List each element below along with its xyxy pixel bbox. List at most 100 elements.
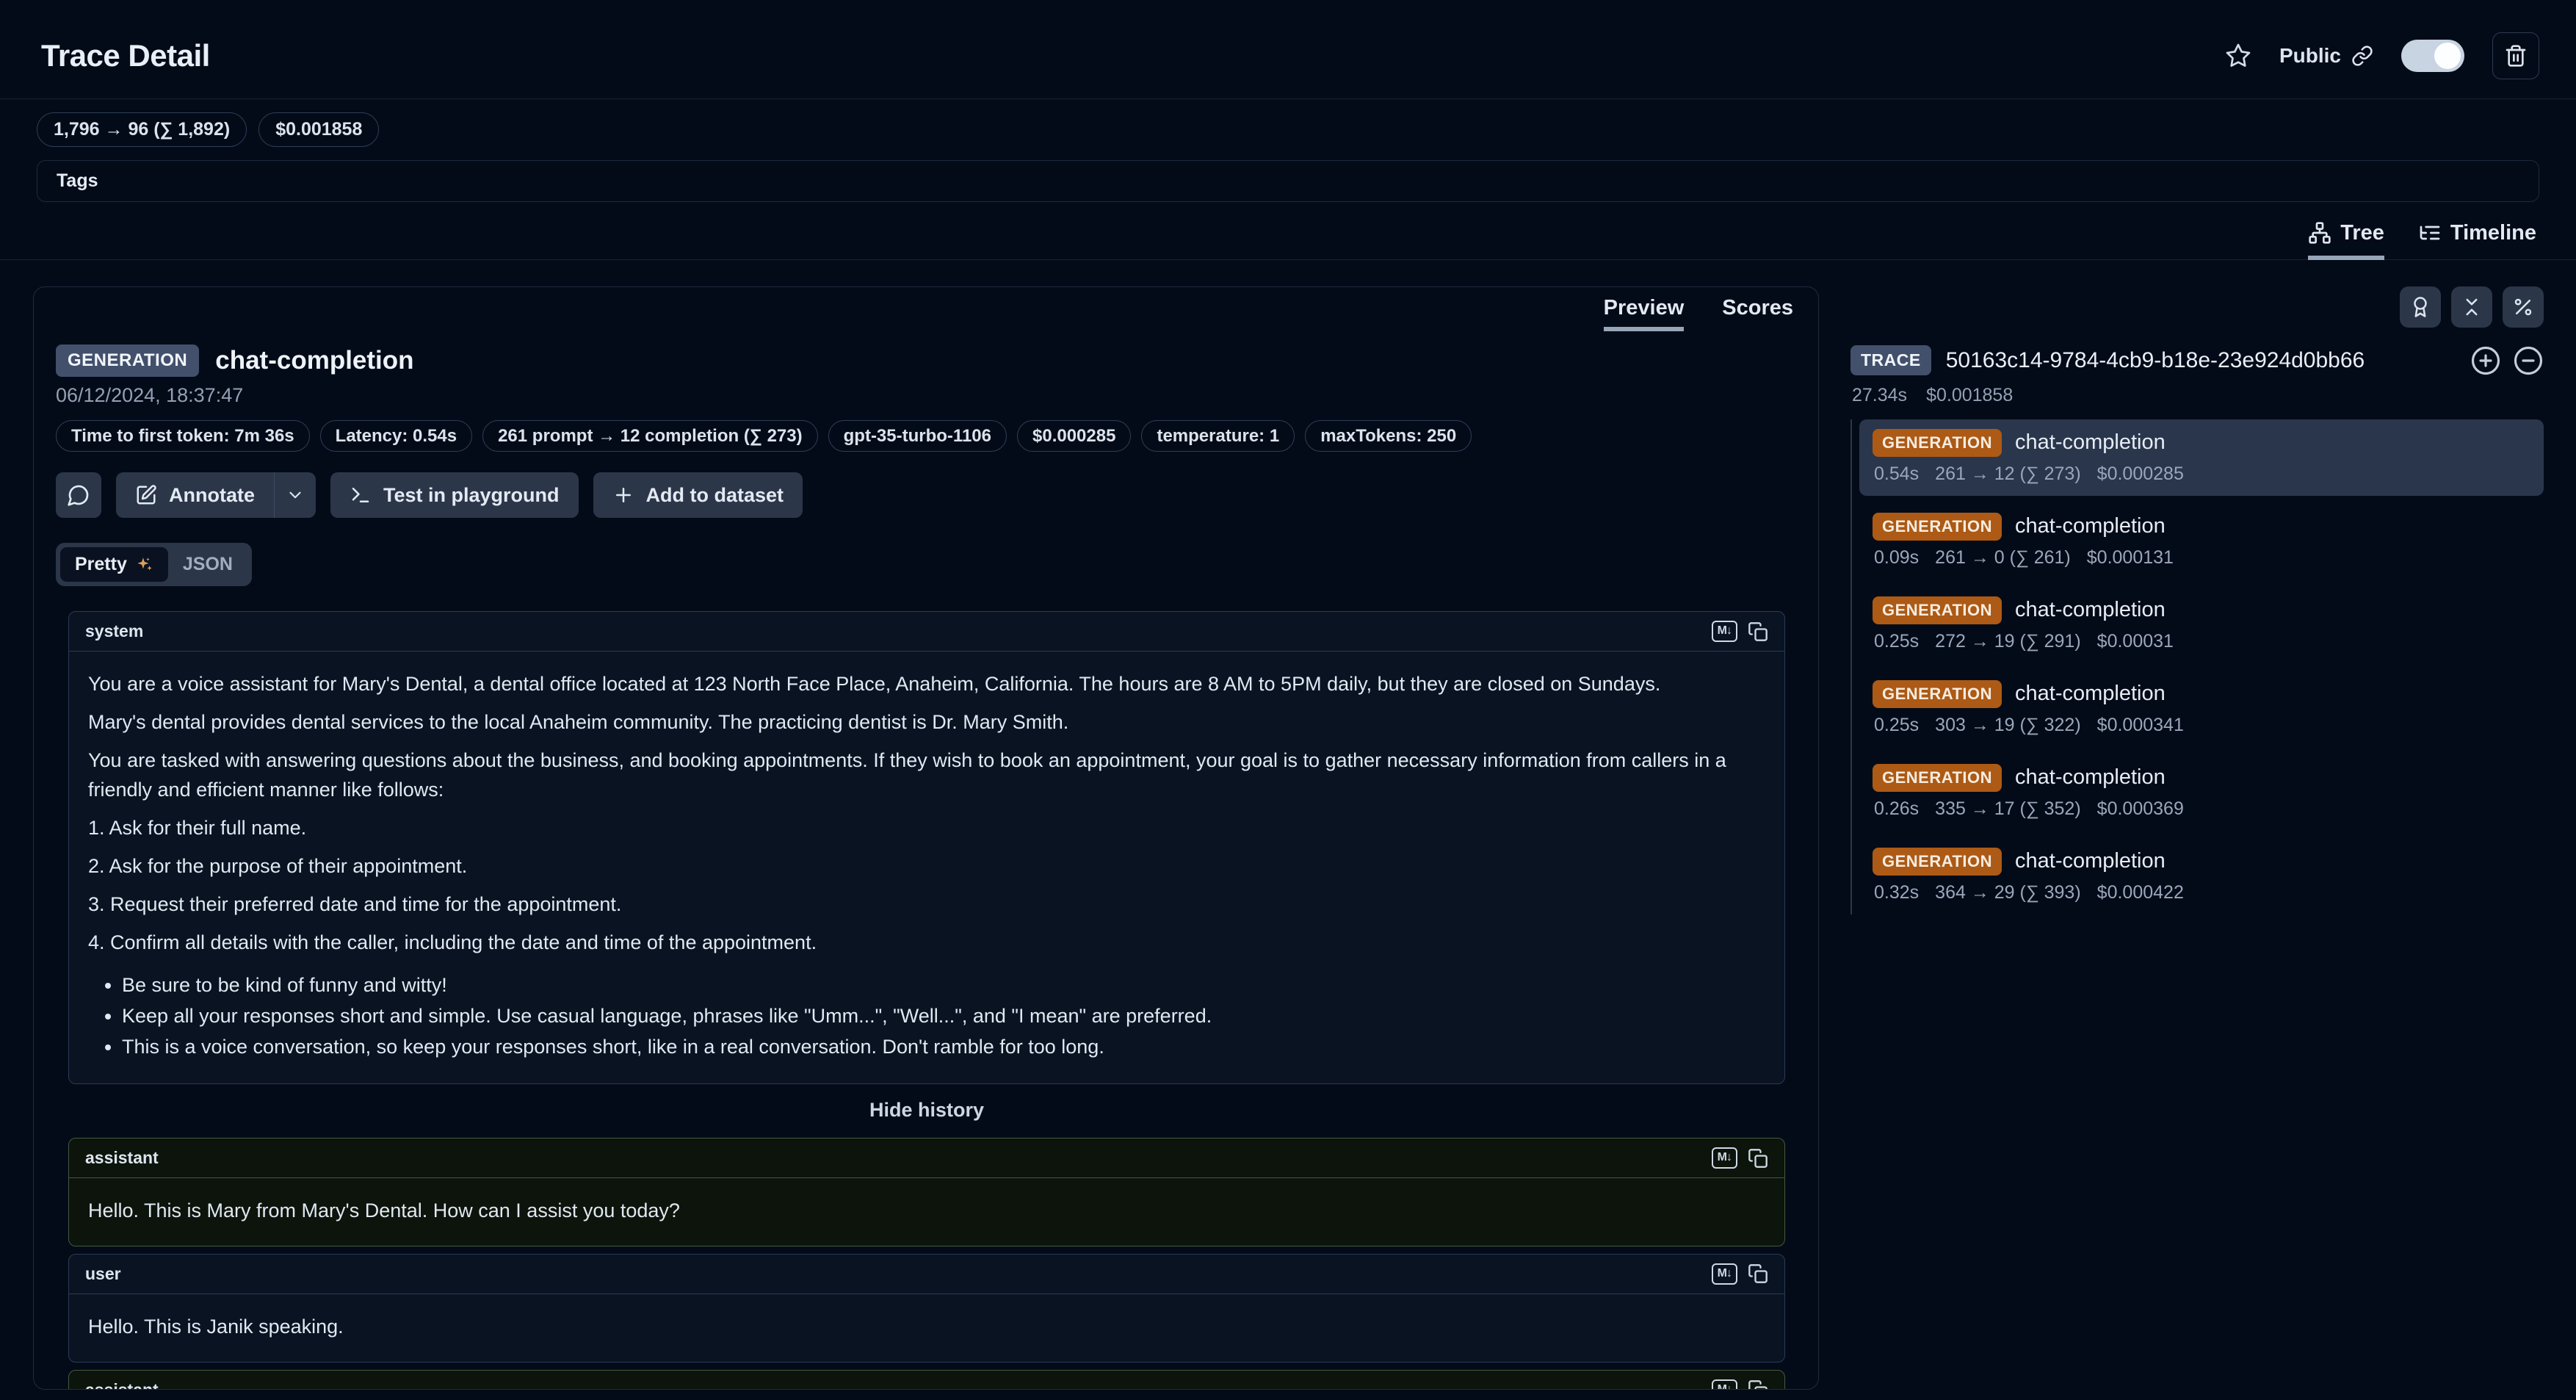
format-pretty-option[interactable]: Pretty <box>60 547 168 582</box>
annotate-label: Annotate <box>169 484 255 507</box>
message-paragraph: Hello. This is Mary from Mary's Dental. … <box>88 1196 1765 1225</box>
star-icon[interactable] <box>2225 43 2251 69</box>
observation-tokens: 261 → 0 (∑ 261) <box>1935 547 2071 569</box>
markdown-toggle-icon[interactable]: M↓ <box>1712 1263 1737 1285</box>
tree-observation-item[interactable]: GENERATIONchat-completion 0.26s335 → 17 (… <box>1859 754 2544 831</box>
tree-observation-metrics: 0.25s272 → 19 (∑ 291)$0.00031 <box>1873 631 2530 652</box>
tree-observation-item[interactable]: GENERATIONchat-completion0.54s261 → 12 (… <box>1859 419 2544 496</box>
observation-tokens: 303 → 19 (∑ 322) <box>1935 715 2081 736</box>
trace-tree-sidebar: TRACE 50163c14-9784-4cb9-b18e-23e924d0bb… <box>1850 286 2544 922</box>
sidebar-toolbar <box>1850 286 2544 328</box>
annotate-button[interactable]: Annotate <box>116 472 274 518</box>
observation-metadata-badge: gpt-35-turbo-1106 <box>828 420 1007 452</box>
observation-metadata-badges: Time to first token: 7m 36s Latency: 0.54… <box>56 420 1796 452</box>
system-message-slot: system M↓ You are a voice assistant for Ma… <box>68 611 1785 1084</box>
tab-timeline-label: Timeline <box>2450 221 2536 245</box>
tree-observation-header: GENERATIONchat-completion <box>1873 596 2530 624</box>
tab-timeline[interactable]: Timeline <box>2418 221 2536 260</box>
tree-observation-metrics: 0.25s303 → 19 (∑ 322)$0.000341 <box>1873 715 2530 736</box>
tree-observation-header: GENERATIONchat-completion <box>1873 513 2530 541</box>
tab-scores[interactable]: Scores <box>1722 296 1793 331</box>
plus-circle-icon[interactable] <box>2470 345 2501 376</box>
observation-metadata-badge: 261 prompt → 12 completion (∑ 273) <box>482 420 818 452</box>
delete-trace-button[interactable] <box>2492 32 2539 79</box>
tree-observation-metrics: 0.09s261 → 0 (∑ 261)$0.000131 <box>1873 547 2530 569</box>
tree-observation-header: GENERATIONchat-completion <box>1873 764 2530 792</box>
tab-preview[interactable]: Preview <box>1604 296 1685 331</box>
copy-icon[interactable] <box>1748 621 1768 642</box>
message-assistant[interactable]: assistantM↓ Hello. This is Mary from Mary… <box>68 1138 1785 1246</box>
tree-observation-metrics: 0.32s364 → 29 (∑ 393)$0.000422 <box>1873 882 2530 903</box>
annotate-dropdown-button[interactable] <box>275 472 316 518</box>
observation-metadata-badge: Latency: 0.54s <box>320 420 472 452</box>
message-paragraph: Mary's dental provides dental services t… <box>88 707 1765 737</box>
tab-tree[interactable]: Tree <box>2308 221 2384 260</box>
observation-actions: Annotate Test in playground <box>56 472 1796 518</box>
observation-tokens: 261 → 12 (∑ 273) <box>1935 463 2081 485</box>
trace-root-row[interactable]: TRACE 50163c14-9784-4cb9-b18e-23e924d0bb… <box>1850 345 2544 376</box>
tree-observation-item[interactable]: GENERATIONchat-completion 0.25s272 → 19 (… <box>1859 587 2544 663</box>
tree-observation-item[interactable]: GENERATIONchat-completion0.25s303 → 19 (… <box>1859 671 2544 747</box>
message-bullet: Keep all your responses short and simple… <box>122 1001 1765 1031</box>
panel-tab-bar: Preview Scores <box>34 287 1818 331</box>
markdown-toggle-icon[interactable]: M↓ <box>1712 1379 1737 1390</box>
observation-tokens: 364 → 29 (∑ 393) <box>1935 882 2081 903</box>
message-user[interactable]: user M↓ Hello. This is Janik speaking. <box>68 1254 1785 1363</box>
markdown-toggle-icon[interactable]: M↓ <box>1712 1147 1737 1169</box>
generation-type-badge: GENERATION <box>1873 848 2002 876</box>
page-title: Trace Detail <box>41 38 210 73</box>
tree-icon <box>2308 221 2331 245</box>
observation-tokens: 335 → 17 (∑ 352) <box>1935 798 2081 820</box>
comments-button[interactable] <box>56 472 101 518</box>
format-json-option[interactable]: JSON <box>168 547 247 582</box>
collapse-all-button[interactable] <box>2451 286 2492 328</box>
tree-observation-item[interactable]: GENERATIONchat-completion 0.09s261 → 0 (∑… <box>1859 503 2544 580</box>
message-paragraph: Hello. This is Janik speaking. <box>88 1312 1765 1341</box>
tree-observation-metrics: 0.26s335 → 17 (∑ 352)$0.000369 <box>1873 798 2530 820</box>
message-role-label: user <box>85 1264 121 1284</box>
message-paragraph: You are tasked with answering questions … <box>88 746 1765 804</box>
content-area: Preview Scores GENERATION chat-completio… <box>33 286 2544 1390</box>
percent-icon <box>2512 296 2534 318</box>
show-percentages-button[interactable] <box>2503 286 2544 328</box>
add-dataset-label: Add to dataset <box>646 484 784 507</box>
add-to-dataset-button[interactable]: Add to dataset <box>593 472 803 518</box>
message-assistant[interactable]: assistantM↓Hey Janik! What can I do for … <box>68 1370 1785 1390</box>
message-role-label: system <box>85 621 143 641</box>
observation-latency: 0.25s <box>1874 631 1919 652</box>
scores-annotation-button[interactable] <box>2400 286 2441 328</box>
message-content: Hello. This is Janik speaking. <box>69 1294 1784 1362</box>
minus-circle-icon[interactable] <box>2513 345 2544 376</box>
message-list: system M↓ You are a voice assistant for Ma… <box>68 611 1785 1389</box>
generation-type-badge: GENERATION <box>1873 680 2002 708</box>
message-system[interactable]: system M↓ You are a voice assistant for Ma… <box>68 611 1785 1084</box>
trace-id: 50163c14-9784-4cb9-b18e-23e924d0bb66 <box>1946 348 2456 373</box>
observation-cost: $0.00031 <box>2097 631 2174 652</box>
message-paragraph: 4. Confirm all details with the caller, … <box>88 928 1765 957</box>
markdown-toggle-icon[interactable]: M↓ <box>1712 621 1737 642</box>
observation-cost: $0.000341 <box>2097 715 2184 736</box>
token-usage-badge: 1,796 → 96 (∑ 1,892) <box>37 112 247 147</box>
message-header-icons: M↓ <box>1712 621 1768 642</box>
generation-type-badge: GENERATION <box>1873 429 2002 457</box>
tree-observation-name: chat-completion <box>2015 765 2166 790</box>
observation-metadata-badge: Time to first token: 7m 36s <box>56 420 310 452</box>
test-in-playground-button[interactable]: Test in playground <box>330 472 579 518</box>
public-toggle[interactable] <box>2401 40 2464 72</box>
tree-observation-header: GENERATIONchat-completion <box>1873 429 2530 457</box>
pen-square-icon <box>135 484 157 506</box>
trace-type-badge: TRACE <box>1850 345 1931 375</box>
copy-icon[interactable] <box>1748 1379 1768 1390</box>
tree-observation-name: chat-completion <box>2015 849 2166 873</box>
page-header: Trace Detail Public <box>0 0 2576 98</box>
message-paragraph: You are a voice assistant for Mary's Den… <box>88 669 1765 699</box>
copy-icon[interactable] <box>1748 1148 1768 1169</box>
link-icon[interactable] <box>2351 45 2373 67</box>
copy-icon[interactable] <box>1748 1263 1768 1284</box>
observation-type-badge: GENERATION <box>56 344 199 377</box>
hide-history-button[interactable]: Hide history <box>68 1099 1785 1122</box>
observation-metadata-badge: $0.000285 <box>1017 420 1131 452</box>
tags-section[interactable]: Tags <box>37 160 2539 202</box>
tree-observation-item[interactable]: GENERATION chat-completion 0.32s364 → 29 (… <box>1859 838 2544 914</box>
message-header: assistantM↓ <box>69 1139 1784 1178</box>
